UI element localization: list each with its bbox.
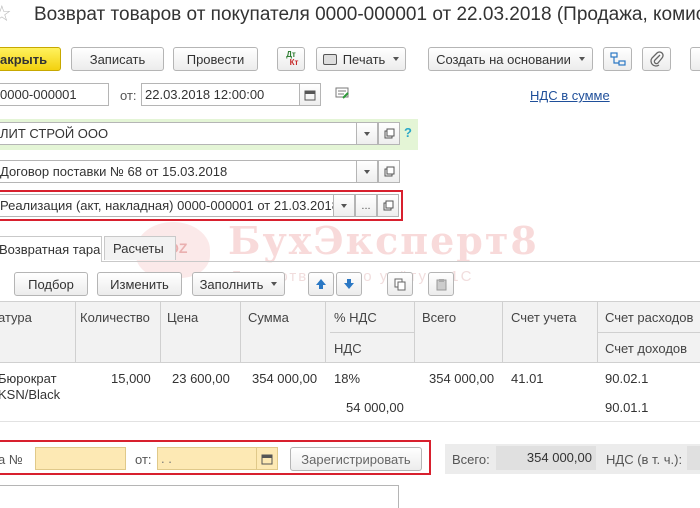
dt-kt-icon[interactable]: Дт Кт (277, 47, 305, 71)
comment-icon[interactable] (334, 86, 352, 105)
change-button[interactable]: Изменить (97, 272, 182, 296)
row-vat-rate: 18% (334, 371, 361, 386)
more-button[interactable] (690, 47, 700, 71)
chevron-down-icon (364, 169, 370, 174)
row-income-account: 90.01.1 (605, 400, 649, 415)
write-button[interactable]: Записать (71, 47, 164, 71)
tab-returnable-container[interactable]: Возвратная тара (0, 236, 102, 262)
attachment-icon[interactable] (642, 47, 671, 71)
comment-field[interactable] (0, 485, 399, 508)
header-divider (330, 332, 414, 333)
column-separator (414, 301, 415, 363)
row-price: 23 600,00 (172, 371, 230, 386)
chevron-down-icon (271, 282, 278, 286)
header-income-account[interactable]: Счет доходов (605, 341, 687, 356)
header-expense-account[interactable]: Счет расходов (605, 310, 693, 325)
counterparty-field[interactable]: ЛИТ СТРОЙ ООО (0, 122, 357, 145)
open-icon[interactable] (378, 122, 400, 145)
column-separator (597, 301, 598, 363)
vat-in-sum-link[interactable]: НДС в сумме (530, 88, 610, 103)
base-document-highlight (0, 190, 403, 221)
row-name: KSN/Black (0, 387, 61, 402)
paste-icon[interactable] (428, 272, 454, 296)
contract-field[interactable]: Договор поставки № 68 от 15.03.2018 (0, 160, 357, 183)
row-amount: 354 000,00 (252, 371, 318, 386)
move-down-icon[interactable] (336, 272, 362, 296)
move-up-icon[interactable] (308, 272, 334, 296)
copy-icon[interactable] (387, 272, 413, 296)
fill-button[interactable]: Заполнить (192, 272, 285, 296)
document-date-field[interactable]: 22.03.2018 12:00:00 (141, 83, 300, 106)
header-vat[interactable]: НДС (334, 341, 362, 356)
vat-included-label: НДС (в т. ч.): (606, 452, 683, 467)
column-separator (502, 301, 503, 363)
printer-icon (322, 53, 337, 65)
counterparty-dropdown[interactable] (356, 122, 378, 145)
chevron-down-icon (393, 57, 400, 61)
structure-icon[interactable] (603, 47, 632, 71)
create-based-on-button[interactable]: Создать на основании (428, 47, 593, 71)
tabs-divider (0, 261, 700, 262)
total-value: 354 000,00 (496, 446, 596, 470)
header-price[interactable]: Цена (167, 310, 198, 325)
row-expense-account: 90.02.1 (605, 371, 649, 386)
tab-settlements[interactable]: Расчеты (104, 236, 176, 260)
row-total: 354 000,00 (429, 371, 495, 386)
header-total[interactable]: Всего (422, 310, 456, 325)
header-nomenclature[interactable]: атура (0, 310, 32, 325)
favorite-star-icon[interactable]: ☆ (0, 1, 12, 27)
calendar-icon[interactable] (299, 83, 321, 106)
print-button[interactable]: Печать (316, 47, 406, 71)
post-button[interactable]: Провести (173, 47, 258, 71)
row-quantity: 15,000 (111, 371, 151, 386)
contract-dropdown[interactable] (356, 160, 378, 183)
column-separator (240, 301, 241, 363)
row-name: Бюрократ (0, 371, 57, 386)
watermark-title: БухЭксперт8 (228, 218, 539, 263)
header-quantity[interactable]: Количество (80, 310, 150, 325)
header-account[interactable]: Счет учета (511, 310, 577, 325)
open-icon[interactable] (378, 160, 400, 183)
window-title: Возврат товаров от покупателя 0000-00000… (34, 4, 700, 25)
document-number-field[interactable]: 0000-000001 (0, 83, 109, 106)
chevron-down-icon (578, 57, 585, 61)
header-divider (598, 332, 700, 333)
help-icon[interactable]: ? (404, 125, 412, 140)
select-items-button[interactable]: Подбор (14, 272, 88, 296)
header-amount[interactable]: Сумма (248, 310, 289, 325)
total-label: Всего: (452, 452, 490, 467)
invoice-highlight (0, 440, 431, 475)
vat-value (687, 446, 700, 470)
close-button[interactable]: акрыть (0, 47, 61, 71)
row-account: 41.01 (511, 371, 544, 386)
chevron-down-icon (364, 131, 370, 136)
column-separator (75, 301, 76, 363)
header-vat-rate[interactable]: % НДС (334, 310, 377, 325)
column-separator (160, 301, 161, 363)
table-bottom-line (0, 421, 700, 422)
date-label: от: (120, 88, 137, 103)
column-separator (325, 301, 326, 363)
row-vat: 54 000,00 (346, 400, 404, 415)
